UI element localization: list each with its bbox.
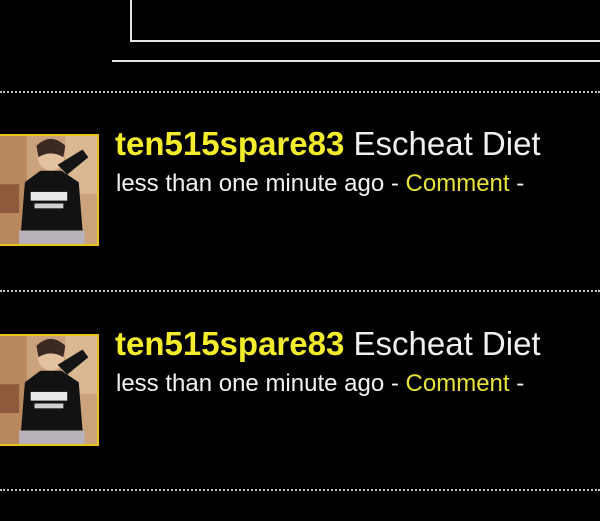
entry-meta: less than one minute ago - Comment - (116, 170, 524, 198)
entry-meta: less than one minute ago - Comment - (116, 370, 524, 398)
separator: - (390, 370, 399, 397)
entry-title: Escheat Diet (353, 125, 541, 162)
activity-feed: ten515spare83 Escheat Diet less than one… (0, 0, 600, 521)
timestamp: less than one minute ago (116, 370, 385, 397)
avatar[interactable] (0, 334, 99, 446)
header-divider (112, 60, 600, 62)
username-link[interactable]: ten515spare83 (115, 325, 344, 362)
entry-divider (0, 489, 600, 491)
entry-divider (0, 91, 600, 93)
header-box (130, 0, 600, 42)
timestamp: less than one minute ago (116, 170, 385, 197)
separator: - (516, 170, 525, 197)
comment-link[interactable]: Comment (406, 170, 510, 197)
avatar-photo-icon (0, 336, 97, 444)
username-link[interactable]: ten515spare83 (115, 125, 344, 162)
comment-link[interactable]: Comment (406, 370, 510, 397)
entry-headline: ten515spare83 Escheat Diet (115, 126, 541, 162)
entry-divider (0, 290, 600, 292)
avatar[interactable] (0, 134, 99, 246)
feed-entry: ten515spare83 Escheat Diet less than one… (0, 126, 600, 246)
feed-entry: ten515spare83 Escheat Diet less than one… (0, 326, 600, 446)
avatar-photo-icon (0, 136, 97, 244)
separator: - (390, 170, 399, 197)
entry-headline: ten515spare83 Escheat Diet (115, 326, 541, 362)
separator: - (516, 370, 525, 397)
entry-title: Escheat Diet (353, 325, 541, 362)
